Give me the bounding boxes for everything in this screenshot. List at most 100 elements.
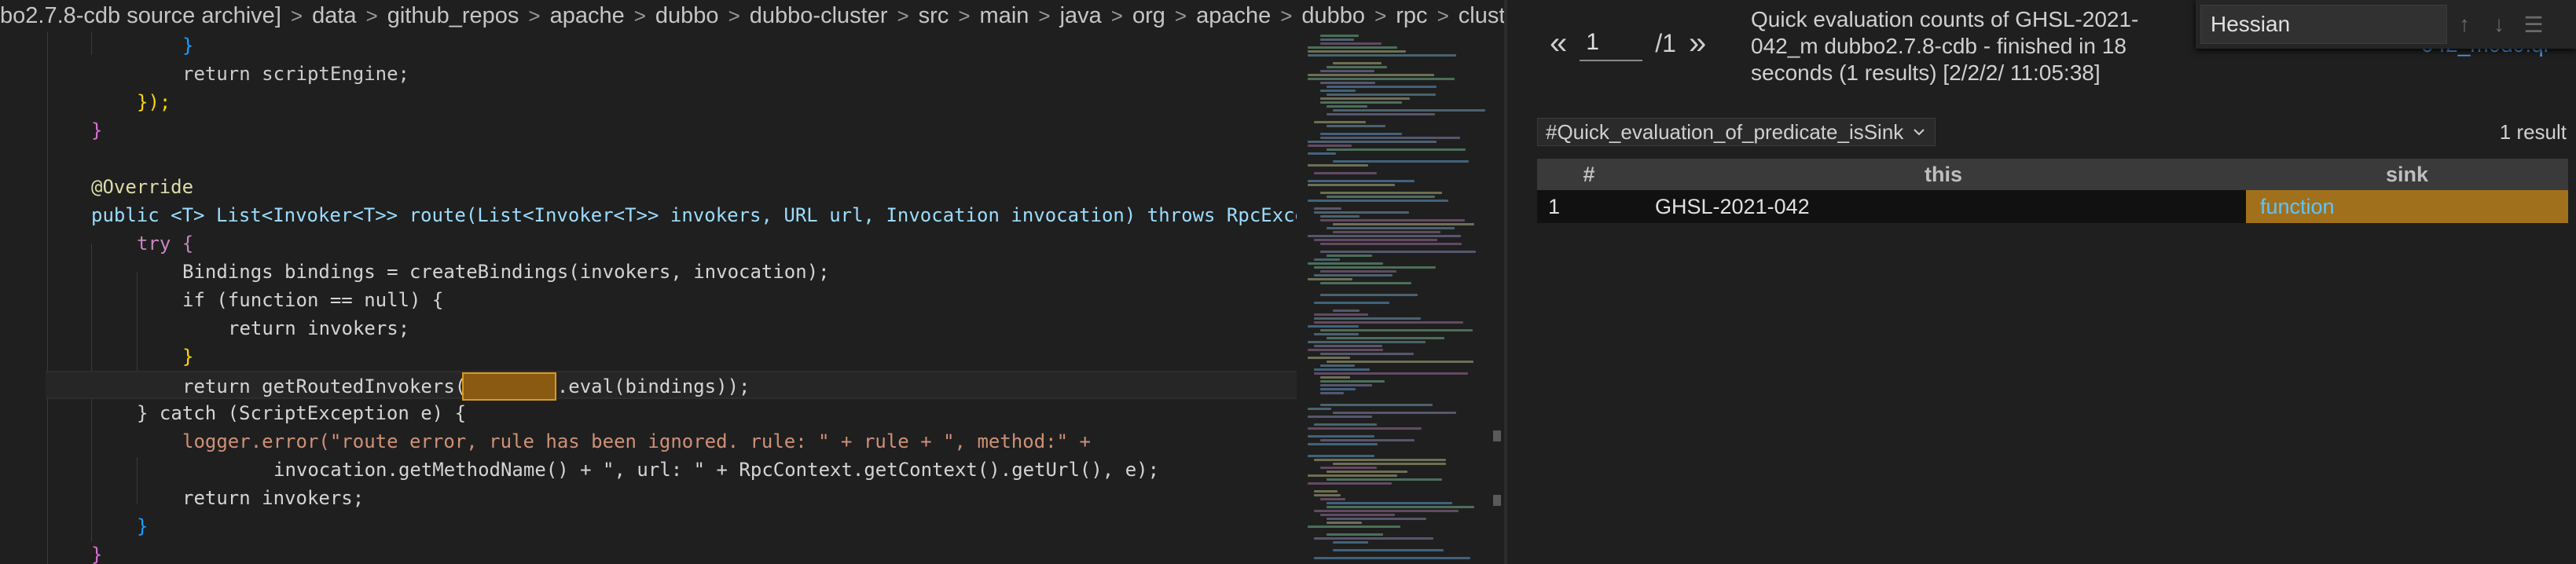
- prev-page-icon[interactable]: «: [1550, 26, 1567, 61]
- find-previous-icon[interactable]: ↑: [2447, 12, 2482, 37]
- column-header[interactable]: #: [1537, 159, 1641, 190]
- code-area[interactable]: } return scriptEngine; }); } @Override p…: [0, 31, 1297, 564]
- code-text: return scriptEngine;: [182, 63, 409, 85]
- find-input[interactable]: [2200, 5, 2447, 44]
- code-line: public <T> List<Invoker<T>> route(List<I…: [0, 201, 1297, 229]
- breadcrumb-item[interactable]: rpc: [1396, 3, 1427, 28]
- code-text: }: [182, 346, 194, 368]
- breadcrumb-item[interactable]: java: [1060, 3, 1102, 28]
- minimap-line: [1320, 38, 1354, 41]
- breadcrumb-item[interactable]: dubbo: [655, 3, 719, 28]
- minimap-line: [1333, 223, 1474, 225]
- find-menu-icon[interactable]: ☰: [2516, 12, 2551, 38]
- code-line: Bindings bindings = createBindings(invok…: [0, 258, 1297, 286]
- code-line: logger.error("route error, rule has been…: [0, 427, 1297, 456]
- breadcrumb-item[interactable]: org: [1132, 3, 1165, 28]
- row-number: 1: [1537, 190, 1641, 223]
- breadcrumb-item[interactable]: dubbo-cluster: [750, 3, 888, 28]
- code-editor: bo2.7.8-cdb source archive] > data > github_…: [0, 0, 1507, 564]
- minimap-line: [1320, 70, 1374, 72]
- minimap-line: [1314, 172, 1377, 174]
- code-line: }: [0, 116, 1297, 145]
- minimap-line: [1308, 141, 1437, 143]
- breadcrumb-separator: >: [1038, 4, 1051, 27]
- minimap-line: [1327, 506, 1474, 508]
- result-set-select[interactable]: #Quick_evaluation_of_predicate_isSink: [1537, 118, 1936, 146]
- minimap-line: [1333, 160, 1469, 163]
- breadcrumb-separator: >: [1174, 4, 1187, 27]
- minimap-line: [1314, 459, 1446, 461]
- breadcrumb-item[interactable]: apache: [1196, 3, 1271, 28]
- next-page-icon[interactable]: »: [1689, 26, 1706, 61]
- minimap-line: [1308, 443, 1378, 445]
- total-pages: /1: [1655, 28, 1676, 57]
- minimap-line: [1308, 349, 1383, 351]
- minimap-line: [1320, 90, 1356, 92]
- minimap-line: [1320, 270, 1396, 273]
- minimap-line: [1320, 498, 1345, 500]
- minimap-line: [1320, 42, 1382, 45]
- minimap-line: [1327, 113, 1435, 115]
- minimap-line: [1308, 50, 1406, 53]
- minimap-line: [1314, 510, 1459, 512]
- minimap-line: [1314, 372, 1468, 375]
- minimap-line: [1314, 557, 1470, 559]
- minimap-line: [1308, 435, 1374, 438]
- minimap-line: [1314, 274, 1393, 277]
- minimap-line: [1314, 333, 1359, 335]
- minimap-line: [1314, 345, 1382, 347]
- minimap-line: [1327, 148, 1466, 151]
- minimap-line: [1320, 380, 1385, 383]
- minimap-line: [1327, 86, 1437, 88]
- page-number-input[interactable]: [1580, 25, 1643, 61]
- breadcrumb-separator: >: [897, 4, 909, 27]
- column-header[interactable]: sink: [2246, 159, 2568, 190]
- minimap-line: [1320, 82, 1375, 84]
- minimap-line: [1308, 278, 1352, 280]
- breadcrumb-item[interactable]: src: [919, 3, 949, 28]
- code-text: invocation.getMethodName() + ", url: " +…: [273, 459, 1160, 481]
- code-text: logger.error("route error, rule has been…: [182, 430, 1091, 452]
- minimap-line: [1333, 549, 1444, 551]
- minimap-line: [1308, 474, 1397, 477]
- breadcrumb-item[interactable]: data: [312, 3, 356, 28]
- breadcrumb-item[interactable]: cluster: [1459, 3, 1507, 28]
- code-line: if (function == null) {: [0, 286, 1297, 314]
- minimap-line: [1308, 54, 1456, 57]
- result-pager: « /1 »: [1550, 24, 1706, 63]
- minimap-line: [1308, 74, 1434, 76]
- minimap-line: [1308, 427, 1422, 430]
- breadcrumb-item[interactable]: bo2.7.8-cdb source archive]: [0, 3, 281, 28]
- minimap-line: [1308, 408, 1331, 410]
- minimap[interactable]: [1297, 31, 1503, 564]
- code-text: }: [91, 544, 103, 564]
- minimap-line: [1308, 164, 1368, 167]
- result-set-label: #Quick_evaluation_of_predicate_isSink: [1546, 120, 1904, 144]
- cell-this[interactable]: GHSL-2021-042: [1641, 190, 2246, 223]
- column-header[interactable]: this: [1641, 159, 2246, 190]
- find-next-icon[interactable]: ↓: [2482, 12, 2516, 37]
- minimap-line: [1320, 215, 1360, 218]
- minimap-line: [1327, 66, 1387, 68]
- code-line: return invokers;: [0, 314, 1297, 342]
- breadcrumb-separator: >: [365, 4, 378, 27]
- minimap-line: [1320, 219, 1465, 222]
- minimap-line: [1327, 125, 1385, 127]
- cell-sink[interactable]: function: [2246, 190, 2568, 223]
- code-line: }: [0, 31, 1297, 60]
- breadcrumb-item[interactable]: main: [980, 3, 1029, 28]
- breadcrumb-item[interactable]: github_repos: [387, 3, 519, 28]
- result-header: #Quick_evaluation_of_predicate_isSink 1 …: [1537, 118, 2576, 149]
- minimap-line: [1314, 313, 1368, 316]
- minimap-line: [1333, 62, 1382, 64]
- minimap-line: [1327, 93, 1436, 96]
- minimap-line: [1327, 361, 1473, 363]
- breadcrumb-separator: >: [1437, 4, 1449, 27]
- find-widget: ↑ ↓ ☰: [2196, 0, 2576, 49]
- minimap-line: [1314, 321, 1463, 324]
- breadcrumb-item[interactable]: dubbo: [1301, 3, 1365, 28]
- minimap-line: [1314, 368, 1370, 371]
- minimap-line: [1333, 412, 1456, 414]
- breadcrumb-item[interactable]: apache: [550, 3, 625, 28]
- breadcrumb-separator: >: [728, 4, 740, 27]
